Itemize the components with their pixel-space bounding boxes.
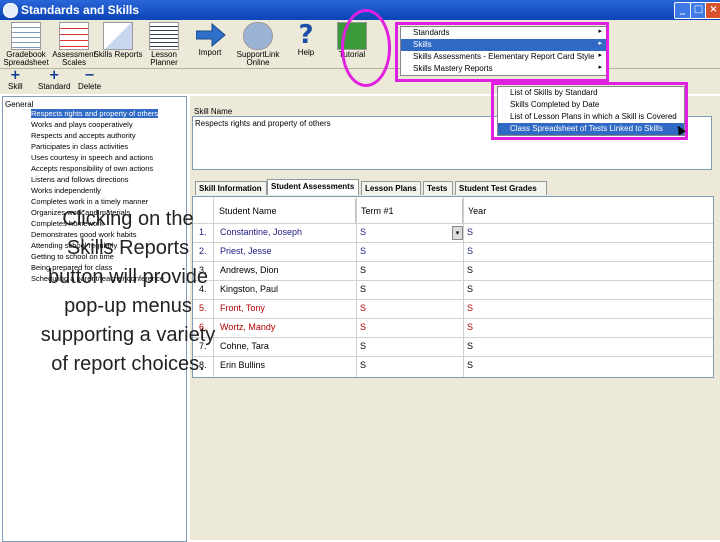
plus-icon: + xyxy=(9,68,21,83)
toolbar-label: Import xyxy=(198,48,222,57)
year-grade-cell[interactable]: S xyxy=(467,284,473,294)
tree-item[interactable]: Works and plays cooperatively xyxy=(31,120,133,129)
add-skill-button[interactable]: + Skill xyxy=(8,68,23,91)
year-grade-cell[interactable]: S xyxy=(467,322,473,332)
student-name-cell[interactable]: Cohne, Tara xyxy=(220,341,269,351)
tree-root-general[interactable]: General xyxy=(5,100,33,109)
minus-icon: − xyxy=(84,68,96,83)
term-grade-cell[interactable]: S xyxy=(360,341,366,351)
tab-lesson-plans[interactable]: Lesson Plans xyxy=(361,181,421,195)
student-name-cell[interactable]: Wortz, Mandy xyxy=(220,322,275,332)
year-grade-cell[interactable]: S xyxy=(467,265,473,275)
student-name-cell[interactable]: Erin Bullins xyxy=(220,360,265,370)
table-row[interactable]: 8. Erin Bullins S S xyxy=(193,356,713,375)
year-grade-cell[interactable]: S xyxy=(467,227,473,237)
button-label: Skill xyxy=(8,82,23,91)
app-icon xyxy=(3,3,18,18)
tree-item[interactable]: Works independently xyxy=(31,186,101,195)
tree-item[interactable]: Listens and follows directions xyxy=(31,175,129,184)
term-grade-cell[interactable]: S xyxy=(360,322,366,332)
term-grade-cell[interactable]: S xyxy=(360,227,366,237)
column-header-year[interactable]: Year xyxy=(464,199,524,223)
tree-item[interactable]: Respects and accepts authority xyxy=(31,131,136,140)
planner-icon xyxy=(149,22,179,50)
year-grade-cell[interactable]: S xyxy=(467,303,473,313)
lesson-planner-button[interactable]: Lesson Planner xyxy=(138,22,190,67)
help-button[interactable]: ? Help xyxy=(280,22,332,66)
tree-item[interactable]: Accepts responsibility of own actions xyxy=(31,164,153,173)
support-icon xyxy=(243,22,273,50)
grades-icon xyxy=(59,22,89,50)
table-row[interactable]: 5. Front, Tony S S xyxy=(193,299,713,318)
tab-student-assessments[interactable]: Student Assessments xyxy=(267,179,359,195)
table-row[interactable]: 3. Andrews, Dion S S xyxy=(193,261,713,280)
skill-name-label: Skill Name xyxy=(194,107,233,116)
report-icon xyxy=(103,22,133,50)
student-name-cell[interactable]: Constantine, Joseph xyxy=(220,227,302,237)
minimize-button[interactable]: _ xyxy=(674,2,691,19)
table-row[interactable]: 6. Wortz, Mandy S S xyxy=(193,318,713,337)
slide-caption: Clicking on the Skills Reports button wi… xyxy=(40,208,216,375)
year-grade-cell[interactable]: S xyxy=(467,341,473,351)
toolbar-label: Skills Reports xyxy=(93,50,143,59)
tutorial-highlight-circle xyxy=(341,9,391,87)
button-label: Delete xyxy=(78,82,102,91)
import-button[interactable]: Import xyxy=(184,22,236,66)
toolbar-label: SupportLink Online xyxy=(236,50,280,67)
assessment-grid: Student Name Term #1 Year 1. Constantine,… xyxy=(192,196,714,378)
year-grade-cell[interactable]: S xyxy=(467,246,473,256)
add-standard-button[interactable]: + Standard xyxy=(38,68,71,91)
table-row[interactable]: 7. Cohne, Tara S S xyxy=(193,337,713,356)
term-grade-cell[interactable]: S xyxy=(360,265,366,275)
student-name-cell[interactable]: Andrews, Dion xyxy=(220,265,279,275)
import-arrow-icon xyxy=(195,22,226,48)
toolbar-label: Lesson Planner xyxy=(150,50,178,67)
term-grade-cell[interactable]: S xyxy=(360,360,366,370)
column-header-term-1[interactable]: Term #1 xyxy=(357,199,463,223)
tab-student-test-grades[interactable]: Student Test Grades xyxy=(455,181,547,195)
dropdown-arrow-icon[interactable]: ▾ xyxy=(452,226,463,240)
gradebook-spreadsheet-button[interactable]: Gradebook Spreadsheet xyxy=(0,22,52,67)
table-row[interactable]: 4. Kingston, Paul S S xyxy=(193,280,713,299)
tree-item[interactable]: Uses courtesy in speech and actions xyxy=(31,153,153,162)
close-button[interactable]: × xyxy=(705,2,720,19)
student-name-cell[interactable]: Priest, Jesse xyxy=(220,246,272,256)
column-header-student-name[interactable]: Student Name xyxy=(215,199,356,223)
window-title: Standards and Skills xyxy=(21,3,140,17)
tab-tests[interactable]: Tests xyxy=(423,181,453,195)
submenu-highlight-frame xyxy=(491,82,688,140)
table-row[interactable]: 2. Priest, Jesse S S xyxy=(193,242,713,261)
student-name-cell[interactable]: Kingston, Paul xyxy=(220,284,278,294)
year-grade-cell[interactable]: S xyxy=(467,360,473,370)
help-icon: ? xyxy=(298,20,314,50)
button-label: Standard xyxy=(38,82,71,91)
plus-icon: + xyxy=(48,68,60,83)
menu-highlight-frame xyxy=(395,22,609,82)
skills-reports-button[interactable]: Skills Reports xyxy=(92,22,144,66)
supportlink-online-button[interactable]: SupportLink Online xyxy=(232,22,284,67)
term-grade-cell[interactable]: S xyxy=(360,246,366,256)
tree-item[interactable]: Participates in class activities xyxy=(31,142,128,151)
tree-item[interactable]: Respects rights and property of others xyxy=(31,109,159,118)
toolbar-label: Gradebook Spreadsheet xyxy=(3,50,49,67)
student-name-cell[interactable]: Front, Tony xyxy=(220,303,265,313)
spreadsheet-icon xyxy=(11,22,41,50)
term-grade-cell[interactable]: S xyxy=(360,303,366,313)
tab-skill-information[interactable]: Skill Information xyxy=(195,181,267,195)
toolbar-label: Help xyxy=(297,48,315,57)
delete-button[interactable]: − Delete xyxy=(78,68,102,91)
term-grade-cell[interactable]: S xyxy=(360,284,366,294)
table-row[interactable]: 1. Constantine, Joseph S S ▾ xyxy=(193,223,713,242)
